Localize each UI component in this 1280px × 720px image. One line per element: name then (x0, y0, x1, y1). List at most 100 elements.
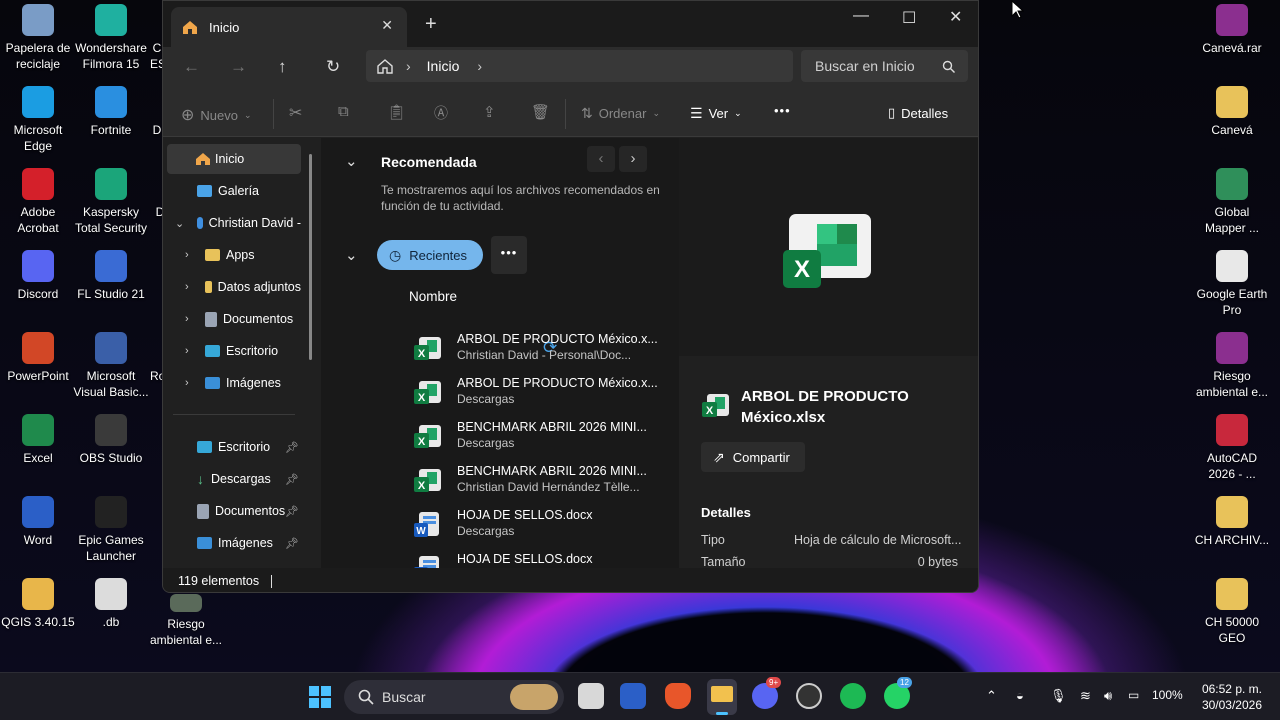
previous-button[interactable]: ‹ (587, 146, 615, 172)
paste-icon[interactable]: 📋︎ (387, 103, 406, 121)
details-button[interactable]: ▯ Detalles (888, 105, 948, 121)
brave-browser-icon[interactable] (665, 683, 691, 709)
desktop-icon[interactable]: Microsoft Edge (0, 86, 77, 154)
nav-item-escritorio[interactable]: › Escritorio (167, 336, 301, 366)
desktop-icon-label: Canevá (1211, 123, 1253, 137)
desktop-icon[interactable]: Google Earth Pro (1193, 250, 1271, 318)
desktop-icon[interactable]: Riesgo ambiental e... (1193, 332, 1271, 400)
clock[interactable]: 06:52 p. m. 30/03/2026 (1198, 681, 1262, 713)
desktop-icon[interactable]: FL Studio 21 (72, 250, 150, 302)
nav-item-inicio[interactable]: Inicio (167, 144, 301, 174)
desktop-icon[interactable]: Word (0, 496, 77, 548)
search-input[interactable]: Buscar en Inicio (801, 50, 968, 82)
up-button[interactable]: ↑ (278, 57, 287, 77)
nav-label: Apps (226, 248, 255, 262)
share-icon[interactable]: ⇪ (483, 103, 496, 121)
recientes-button[interactable]: ◷ Recientes (377, 240, 483, 270)
nav-pinned-imagenes[interactable]: Imágenes 📌︎ (167, 528, 301, 558)
close-window-button[interactable]: ✕ (949, 7, 962, 27)
column-header-name[interactable]: Nombre (409, 289, 457, 304)
desktop-icon[interactable]: CH 50000 GEO (1193, 578, 1271, 646)
sort-button[interactable]: ⇅ Ordenar ⌄ (581, 105, 660, 122)
desktop-icon[interactable]: Microsoft Visual Basic... (72, 332, 150, 400)
next-button[interactable]: › (619, 146, 647, 172)
desktop-icon[interactable]: Epic Games Launcher (72, 496, 150, 564)
forward-button[interactable]: → (230, 57, 247, 77)
spotify-icon[interactable] (840, 683, 866, 709)
battery-icon[interactable]: ▭ (1128, 688, 1139, 702)
show-hidden-icons-chevron-icon[interactable]: ⌃ (986, 688, 997, 704)
file-row[interactable]: W HOJA DE SELLOS.docx Descargas (321, 504, 679, 548)
nav-item-documentos[interactable]: › Documentos (167, 304, 301, 334)
desktop-icon[interactable]: PowerPoint (0, 332, 77, 384)
desktop-icon-label: Kaspersky Total Security (74, 205, 148, 235)
desktop-icon[interactable]: Adobe Acrobat (0, 168, 77, 236)
word-icon (22, 496, 54, 528)
folder-icon (1216, 496, 1248, 528)
file-explorer-taskbar-button[interactable] (707, 679, 737, 715)
new-button[interactable]: ⊕ Nuevo ⌄ (181, 105, 252, 125)
nav-scrollbar[interactable] (309, 154, 312, 360)
file-row[interactable]: X ARBOL DE PRODUCTO México.x... Descargas (321, 372, 679, 416)
desktop-icon[interactable]: Canevá.rar (1193, 4, 1271, 56)
desktop-icon[interactable]: Papelera de reciclaje (0, 4, 77, 72)
nav-pinned-documentos[interactable]: Documentos 📌︎ (167, 496, 301, 526)
refresh-button[interactable]: ↻ (326, 57, 340, 77)
desktop-icon[interactable]: Wondershare Filmora 15 (72, 4, 150, 72)
close-tab-icon[interactable]: ✕ (381, 17, 393, 34)
desktop-icon[interactable]: .db (72, 578, 150, 630)
obs-taskbar-icon[interactable] (796, 683, 822, 709)
volume-icon[interactable]: 🔊︎ (1104, 688, 1112, 704)
desktop-icon-riesgo[interactable]: Riesgo ambiental e... (147, 594, 225, 648)
desktop-icon[interactable]: Canevá (1193, 86, 1271, 138)
copy-icon[interactable]: ⧉ (338, 103, 349, 120)
wifi-icon[interactable]: ≋ (1080, 688, 1091, 704)
nav-item-galeria[interactable]: Galería (167, 176, 301, 206)
desktop-icon[interactable]: Global Mapper ... (1193, 168, 1271, 236)
desktop-icon[interactable]: CH ARCHIV... (1193, 496, 1271, 548)
security-tray-icon[interactable]: ◒ (1016, 688, 1024, 703)
file-row[interactable]: W HOJA DE SELLOS.docx (321, 548, 679, 568)
desktop-icon[interactable]: OBS Studio (72, 414, 150, 466)
discord-taskbar-icon[interactable]: 9+ (752, 677, 782, 709)
delete-icon[interactable]: 🗑︎ (531, 103, 550, 121)
back-button[interactable]: ← (183, 57, 200, 77)
desktop-icon[interactable]: Kaspersky Total Security (72, 168, 150, 236)
desktop-icon[interactable]: Excel (0, 414, 77, 466)
desktop-icon[interactable]: AutoCAD 2026 - ... (1193, 414, 1271, 482)
nav-item-imagenes[interactable]: › Imágenes (167, 368, 301, 398)
microphone-icon[interactable]: 🎙︎ (1050, 688, 1067, 704)
address-bar[interactable]: › Inicio › (366, 50, 793, 82)
share-button[interactable]: ⇗ Compartir (701, 442, 805, 472)
rename-icon[interactable]: Ⓐ (434, 103, 448, 123)
collapse-chevron-icon[interactable]: ⌄ (345, 246, 358, 264)
nav-item-datos-adjuntos[interactable]: › Datos adjuntos (167, 272, 301, 302)
view-button[interactable]: ☰ Ver ⌄ (690, 105, 742, 122)
minimize-button[interactable]: — (853, 7, 869, 25)
task-view-icon[interactable] (578, 683, 604, 709)
whatsapp-icon[interactable]: 12 (884, 677, 912, 709)
recent-options-button[interactable]: ••• (491, 236, 527, 274)
tab-inicio[interactable]: Inicio ✕ (171, 7, 407, 47)
nav-item-onedrive[interactable]: ⌄ Christian David - (167, 208, 301, 238)
file-row[interactable]: X BENCHMARK ABRIL 2026 MINI... Descargas (321, 416, 679, 460)
more-options-button[interactable]: ••• (774, 103, 791, 118)
start-button[interactable] (308, 685, 332, 709)
maximize-button[interactable]: ☐ (902, 8, 916, 28)
taskbar-search[interactable]: Buscar (344, 680, 564, 714)
cut-icon[interactable]: ✂ (289, 103, 302, 123)
new-tab-button[interactable]: + (425, 13, 437, 36)
visual-basic-taskbar-icon[interactable] (620, 683, 646, 709)
file-row[interactable]: X ARBOL DE PRODUCTO México.x... Christian … (321, 328, 679, 372)
breadcrumb-inicio[interactable]: Inicio (427, 58, 460, 74)
nav-label: Escritorio (226, 344, 279, 358)
desktop-icon[interactable]: Discord (0, 250, 77, 302)
nav-pinned-escritorio[interactable]: Escritorio 📌︎ (167, 432, 301, 462)
collapse-chevron-icon[interactable]: ⌄ (345, 152, 358, 170)
file-row[interactable]: X BENCHMARK ABRIL 2026 MINI... Christian D… (321, 460, 679, 504)
nav-item-apps[interactable]: › Apps (167, 240, 301, 270)
excel-icon (22, 414, 54, 446)
nav-pinned-descargas[interactable]: ↓ Descargas 📌︎ (167, 464, 301, 494)
desktop-icon[interactable]: Fortnite (72, 86, 150, 138)
desktop-icon[interactable]: QGIS 3.40.15 (0, 578, 77, 630)
